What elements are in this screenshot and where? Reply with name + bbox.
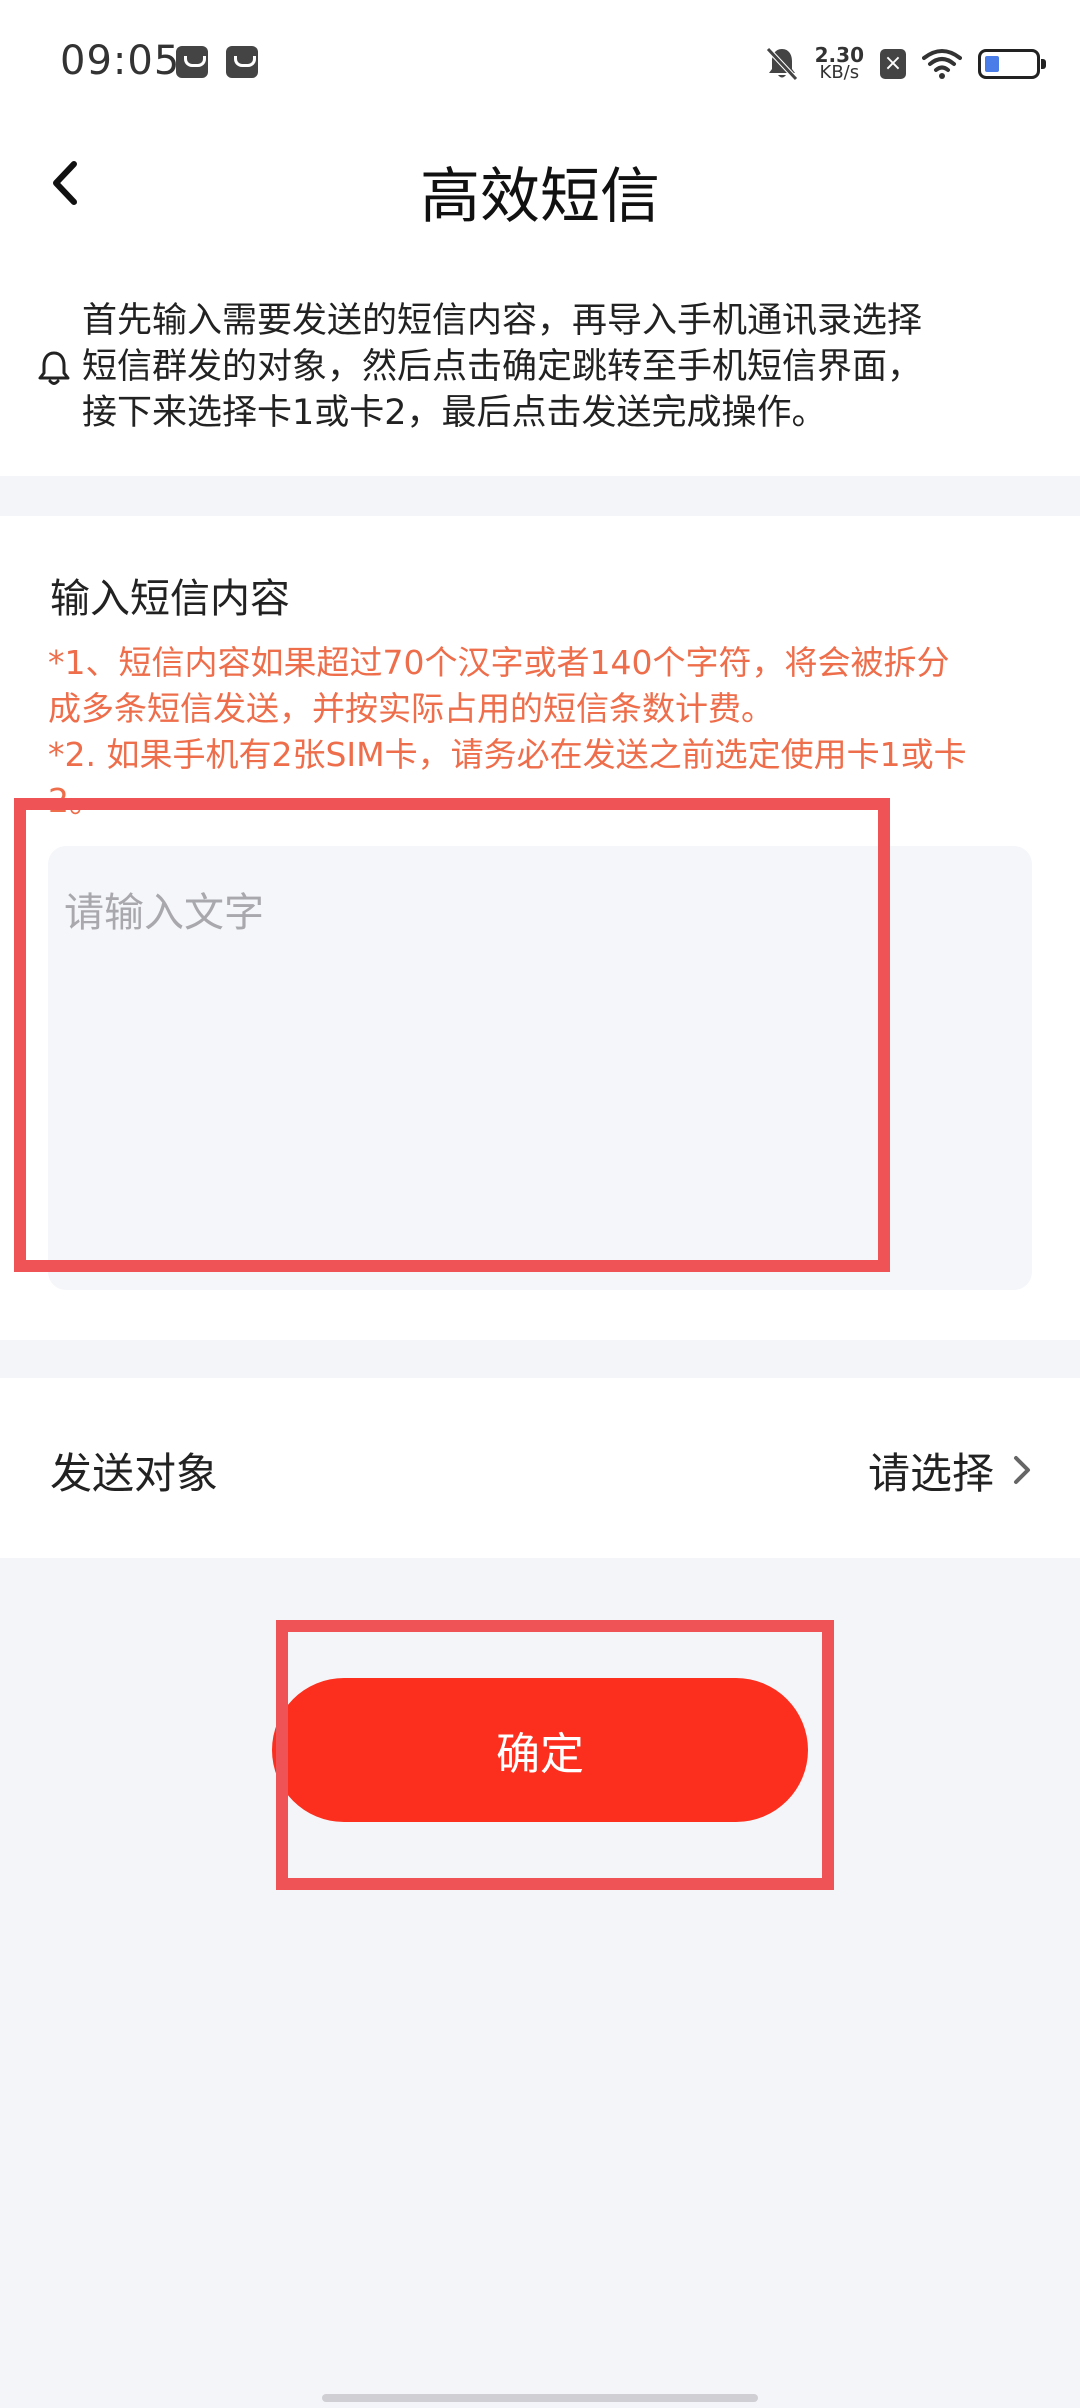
content-heading: 输入短信内容 [50,576,290,622]
notice-text: 首先输入需要发送的短信内容，再导入手机通讯录选择 短信群发的对象，然后点击确定跳… [82,301,923,433]
bell-icon [38,351,70,385]
notification-icon [176,46,208,78]
network-speed-unit: KB/s [819,62,860,83]
message-icon [226,46,258,78]
message-content-input[interactable] [48,846,1032,1290]
chevron-right-icon [1014,1456,1030,1484]
page-title: 高效短信 [420,162,660,232]
confirm-button[interactable]: 确定 [272,1678,808,1822]
nav-bar: 高效短信 [0,128,1080,238]
sms-warning-text: *1、短信内容如果超过70个汉字或者140个字符，将会被拆分 成多条短信发送，并… [48,643,967,820]
sim-status-icon: × [880,49,906,79]
home-indicator[interactable] [322,2394,758,2402]
network-speed: 2.30 KB/s [815,45,864,83]
battery-icon [978,49,1046,79]
recipient-label: 发送对象 [50,1449,219,1498]
status-bar: 09:05 2.30 KB/s × [0,0,1080,128]
recipient-selector[interactable]: 发送对象 请选择 [0,1378,1080,1558]
instructions-notice: 首先输入需要发送的短信内容，再导入手机通讯录选择 短信群发的对象，然后点击确定跳… [0,238,1080,476]
status-indicators: 2.30 KB/s × [765,40,1046,88]
wifi-icon [922,49,962,79]
status-notification-icons [176,46,258,78]
recipient-value: 请选择 [867,1449,994,1498]
message-content-section: 输入短信内容 *1、短信内容如果超过70个汉字或者140个字符，将会被拆分 成多… [0,516,1080,1340]
bell-off-icon [765,47,798,81]
status-time: 09:05 [60,38,181,84]
